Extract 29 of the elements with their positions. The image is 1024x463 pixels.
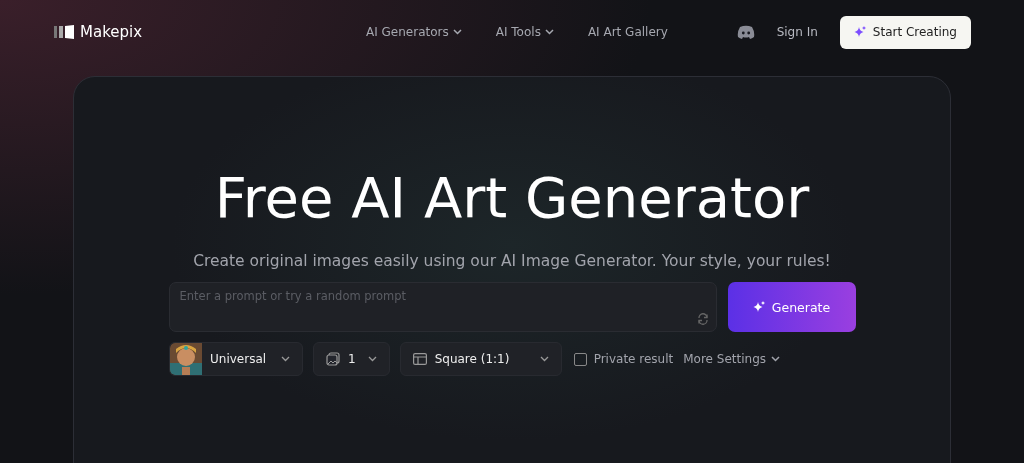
model-select[interactable]: Universal (169, 342, 303, 376)
private-result-label[interactable]: Private result (593, 352, 674, 366)
sparkle-icon (853, 26, 866, 38)
chevron-icon (771, 356, 781, 362)
logo-text[interactable]: Makepix (80, 23, 143, 41)
generate-button[interactable]: Generate (727, 282, 856, 332)
hero-title: Free AI Art Generator (214, 165, 810, 230)
chevron-icon (367, 356, 377, 362)
logo-icon (54, 25, 74, 39)
prompt-field[interactable]: Enter a prompt or try a random prompt (168, 282, 717, 332)
aspect-ratio-select[interactable]: Square (1:1) (399, 342, 562, 376)
refresh-icon[interactable] (696, 313, 709, 325)
sign-in-link[interactable]: Sign In (776, 25, 818, 39)
nav-link[interactable]: AI Tools (495, 25, 554, 39)
chevron-icon (539, 356, 549, 362)
hero-subtitle: Create original images easily using our AI Image Generator. Your style, your rules! (193, 252, 831, 270)
discord-icon[interactable] (736, 25, 755, 39)
image-icon (326, 352, 340, 366)
nav-link[interactable]: AI Art Gallery (587, 25, 668, 39)
sparkle-icon (752, 301, 765, 313)
nav-link[interactable]: AI Generators (366, 25, 462, 39)
image-count-select[interactable]: 1 (313, 342, 390, 376)
layout-icon (412, 353, 427, 365)
chevron-icon (281, 356, 290, 362)
checkbox[interactable] (573, 352, 587, 366)
chevron-icon (452, 29, 462, 35)
more-settings-link[interactable]: More Settings (683, 352, 781, 366)
chevron-icon (544, 29, 554, 35)
start-creating-button[interactable]: Start Creating (839, 15, 971, 49)
